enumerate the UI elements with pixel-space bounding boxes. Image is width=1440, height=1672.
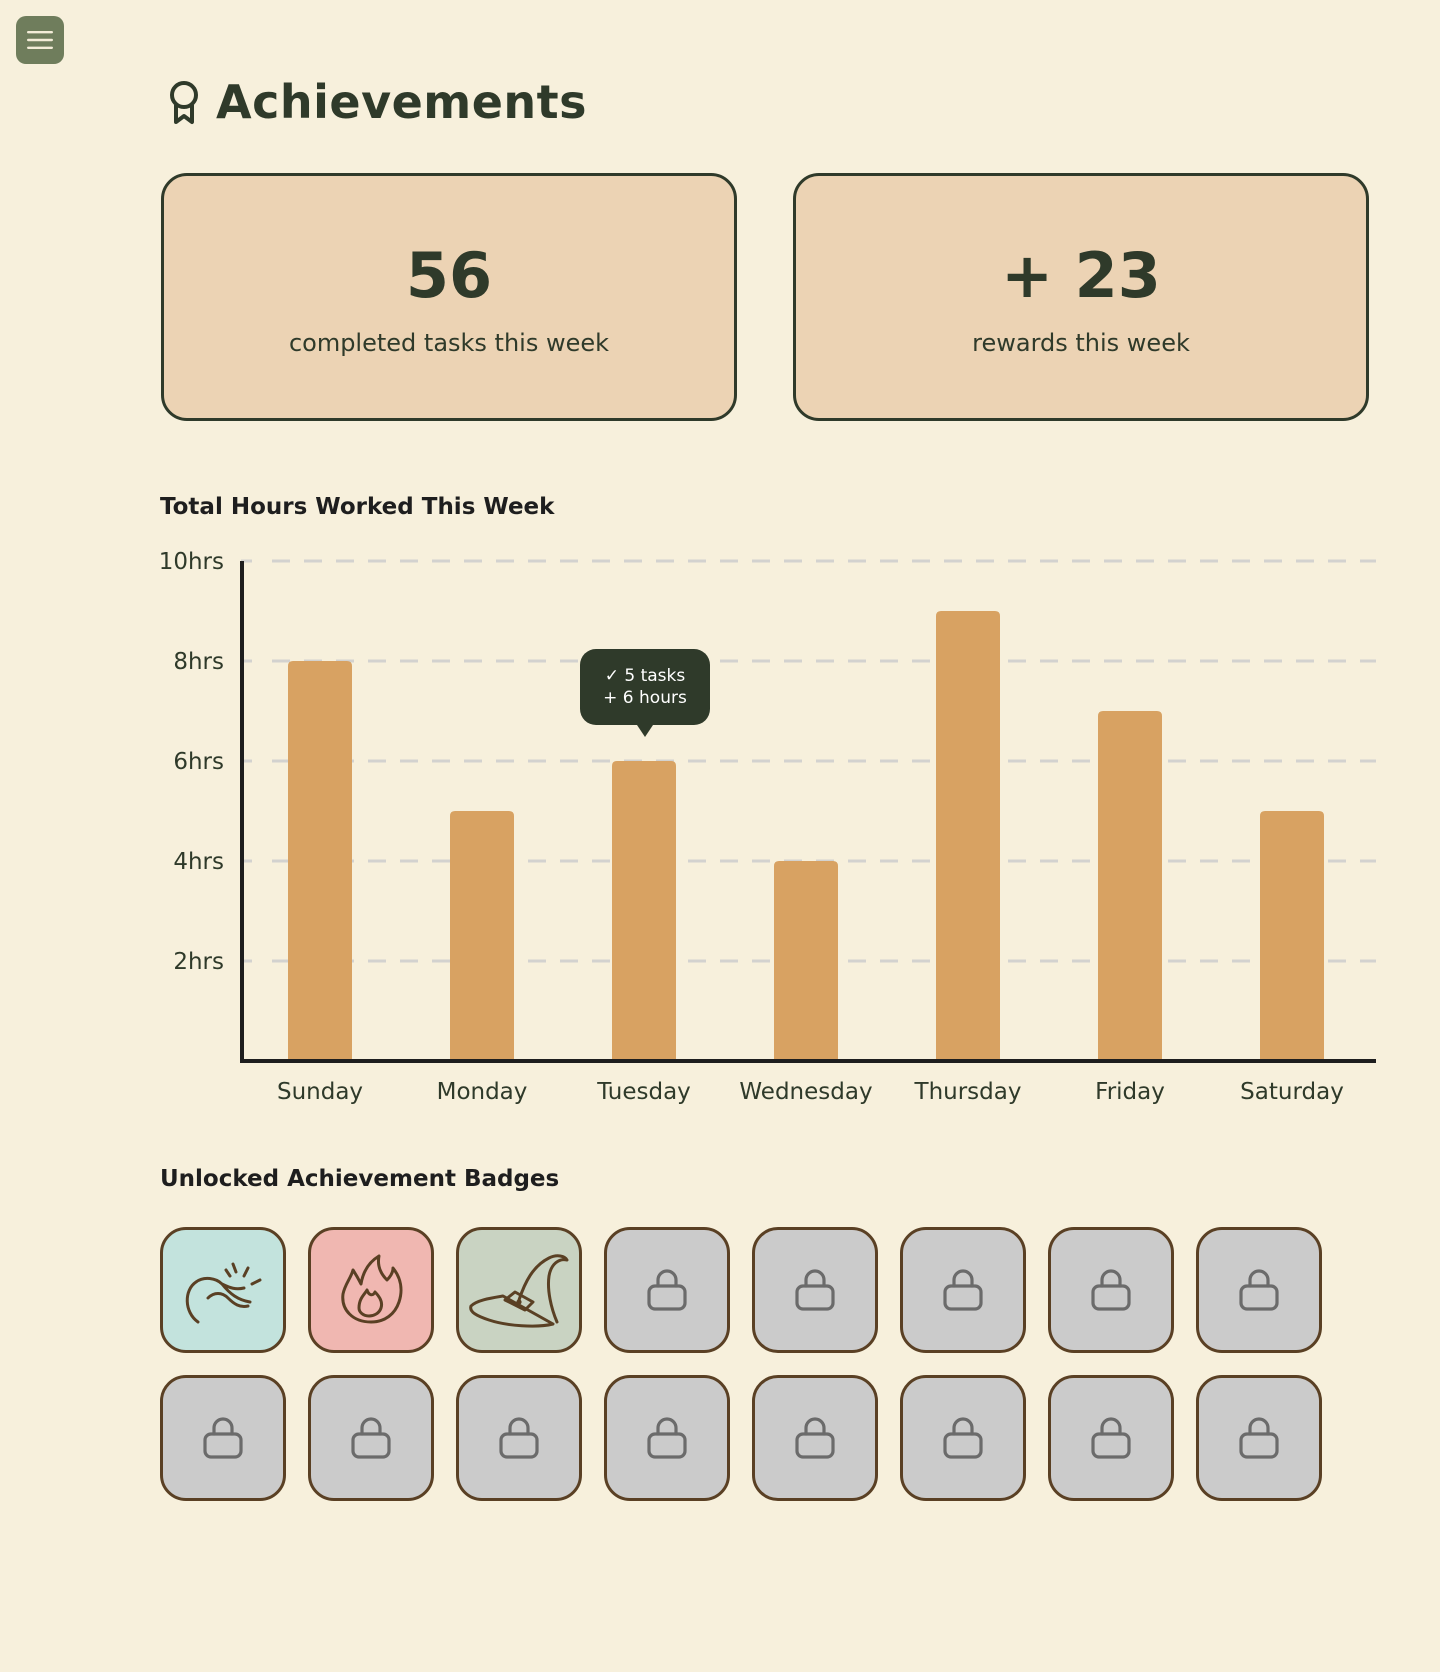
tooltip-hours: + 6 hours — [603, 688, 687, 708]
badge-locked[interactable] — [456, 1375, 582, 1501]
lock-icon — [351, 1417, 391, 1459]
x-tick-label: Monday — [437, 1079, 528, 1105]
bar-tuesday — [612, 761, 676, 1059]
badges-title: Unlocked Achievement Badges — [160, 1166, 560, 1192]
bar-sunday — [288, 661, 352, 1059]
x-tick-label: Wednesday — [739, 1079, 872, 1105]
y-tick-label: 4hrs — [173, 849, 224, 875]
wizard-hat-icon — [469, 1254, 569, 1328]
bar-friday — [1098, 711, 1162, 1059]
badge-unlocked[interactable] — [160, 1227, 286, 1353]
y-tick-label: 2hrs — [173, 949, 224, 975]
lock-icon — [795, 1417, 835, 1459]
lock-icon — [203, 1417, 243, 1459]
lock-icon — [943, 1417, 983, 1459]
badge-unlocked[interactable] — [308, 1227, 434, 1353]
badge-unlocked[interactable] — [456, 1227, 582, 1353]
badge-locked[interactable] — [308, 1375, 434, 1501]
lock-icon — [1239, 1417, 1279, 1459]
lock-icon — [943, 1269, 983, 1311]
bar-saturday — [1260, 811, 1324, 1059]
y-tick-label: 10hrs — [159, 549, 224, 575]
lock-icon — [795, 1269, 835, 1311]
badge-locked[interactable] — [604, 1227, 730, 1353]
x-tick-label: Sunday — [277, 1079, 363, 1105]
hours-bar-chart: 2hrs 4hrs 6hrs 8hrs 10hrs Sunday Monday Tuesday… — [159, 549, 1376, 1105]
lock-icon — [1091, 1269, 1131, 1311]
lock-icon — [1091, 1417, 1131, 1459]
badges-grid — [160, 1227, 1322, 1501]
badge-locked[interactable] — [752, 1227, 878, 1353]
sun-hand-icon — [185, 1262, 262, 1324]
bar-wednesday — [774, 861, 838, 1059]
badge-locked[interactable] — [1048, 1227, 1174, 1353]
badge-locked[interactable] — [604, 1375, 730, 1501]
tooltip-tasks: ✓ 5 tasks — [604, 666, 686, 686]
x-tick-label: Saturday — [1240, 1079, 1344, 1105]
y-tick-label: 6hrs — [173, 749, 224, 775]
badge-locked[interactable] — [900, 1375, 1026, 1501]
chart-tooltip: ✓ 5 tasks + 6 hours — [580, 649, 710, 737]
x-tick-label: Tuesday — [596, 1079, 691, 1105]
x-tick-label: Thursday — [914, 1079, 1022, 1105]
badge-locked[interactable] — [1196, 1227, 1322, 1353]
lock-icon — [1239, 1269, 1279, 1311]
badge-locked[interactable] — [1196, 1375, 1322, 1501]
badge-locked[interactable] — [752, 1375, 878, 1501]
flame-icon — [341, 1254, 403, 1324]
badge-locked[interactable] — [1048, 1375, 1174, 1501]
badge-locked[interactable] — [900, 1227, 1026, 1353]
x-tick-label: Friday — [1095, 1079, 1165, 1105]
lock-icon — [647, 1269, 687, 1311]
bar-monday — [450, 811, 514, 1059]
bar-thursday — [936, 611, 1000, 1059]
lock-icon — [499, 1417, 539, 1459]
lock-icon — [647, 1417, 687, 1459]
badge-locked[interactable] — [160, 1375, 286, 1501]
y-tick-label: 8hrs — [173, 649, 224, 675]
